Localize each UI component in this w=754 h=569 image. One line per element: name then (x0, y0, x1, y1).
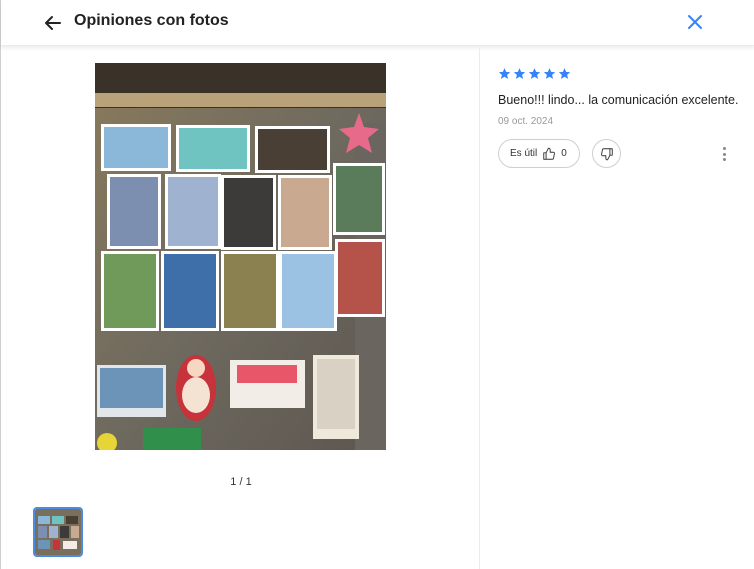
useful-count: 0 (561, 148, 567, 159)
arrow-left-icon (45, 16, 61, 30)
star-icon (513, 68, 526, 79)
star-icon (528, 68, 541, 79)
rating-stars (498, 67, 571, 80)
not-useful-button[interactable] (592, 139, 621, 168)
image-counter: 1 / 1 (230, 476, 252, 488)
star-icon (558, 68, 571, 79)
photo-thumbnail[interactable] (33, 507, 83, 557)
more-options-button[interactable] (717, 145, 731, 163)
page-title: Opiniones con fotos (74, 12, 229, 29)
thumbs-down-icon (600, 147, 613, 160)
useful-label: Es útil (510, 148, 538, 159)
useful-button[interactable]: Es útil 0 (498, 139, 580, 168)
star-icon (498, 68, 511, 79)
thumbs-up-icon (543, 147, 556, 160)
review-date: 09 oct. 2024 (498, 116, 554, 127)
close-icon (688, 15, 702, 29)
review-photo (95, 63, 386, 450)
more-vertical-icon-dot (722, 152, 726, 156)
star-icon (543, 68, 556, 79)
close-button[interactable] (683, 10, 707, 34)
back-button[interactable] (41, 11, 65, 35)
thumbnail-image (35, 509, 81, 555)
more-vertical-icon (722, 147, 726, 150)
review-text: Bueno!!! lindo... la comunicación excele… (498, 93, 739, 107)
panel-divider (479, 48, 480, 569)
modal-header: Opiniones con fotos (1, 0, 754, 46)
photo-review-modal: Opiniones con fotos 1 / 1 Bueno!!! lindo… (0, 0, 754, 569)
more-vertical-icon-dot (722, 158, 726, 161)
review-photo-image (95, 63, 386, 450)
